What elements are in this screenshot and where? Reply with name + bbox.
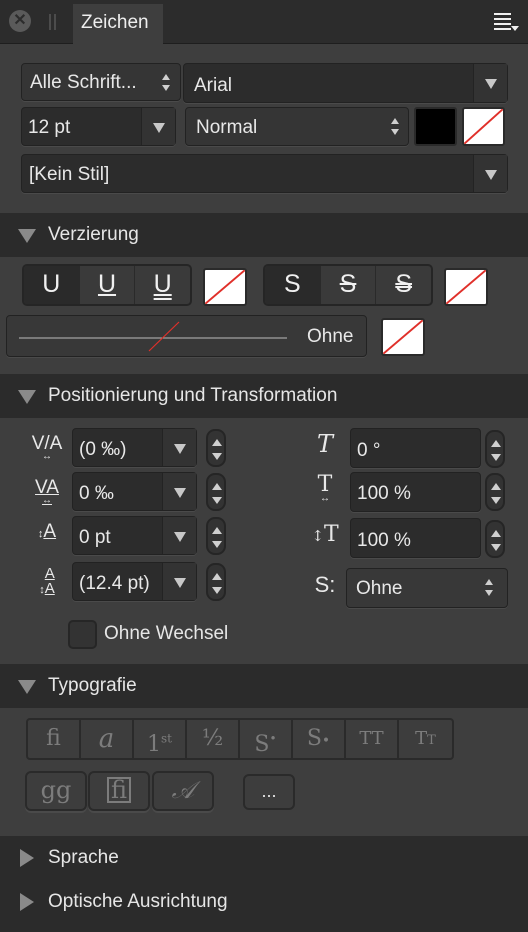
kerning-icon: V/A ↔ (31, 433, 63, 462)
no-color-icon (464, 109, 503, 144)
position-select[interactable]: Ohne (346, 568, 508, 608)
superscript-button[interactable]: S• (240, 720, 293, 758)
chevron-down-icon (152, 122, 165, 133)
single-underline-button[interactable]: U (80, 266, 136, 304)
all-caps-button[interactable]: TT (346, 720, 399, 758)
section-header-optical-alignment[interactable]: Optische Ausrichtung (0, 880, 528, 932)
grip-icon[interactable] (49, 14, 56, 30)
disclosure-open-icon (18, 390, 36, 404)
tracking-dropdown-button[interactable] (162, 473, 196, 510)
small-caps-button[interactable]: TT (399, 720, 452, 758)
select-arrows-icon (485, 579, 495, 597)
panel-tab-bar: ✕ Zeichen (0, 0, 528, 44)
no-strikethrough-button[interactable]: S (265, 266, 321, 304)
leading-icon: ↕A A (39, 565, 55, 597)
vertical-scale-stepper[interactable] (485, 520, 505, 558)
shear-icon: T (316, 430, 333, 458)
no-color-icon (383, 320, 423, 354)
double-strikethrough-button[interactable]: S (376, 266, 431, 304)
no-break-checkbox[interactable] (68, 620, 97, 649)
vertical-scale-field[interactable]: 100 % (350, 518, 481, 558)
fractions-button[interactable]: ½ (187, 720, 240, 758)
ligatures-button[interactable]: ﬁ (28, 720, 81, 758)
font-family-field[interactable]: Arial (183, 63, 508, 103)
more-typography-button[interactable]: ... (243, 774, 295, 810)
disclosure-open-icon (18, 680, 36, 694)
close-icon[interactable]: ✕ (9, 10, 31, 32)
kerning-dropdown-button[interactable] (162, 429, 196, 466)
select-arrows-icon (391, 118, 401, 136)
text-color-swatch[interactable] (414, 107, 457, 146)
no-color-icon (446, 270, 486, 304)
shear-stepper[interactable] (485, 430, 505, 468)
strikethrough-color-swatch[interactable] (444, 268, 488, 306)
tab-zeichen[interactable]: Zeichen (73, 4, 163, 44)
leading-stepper[interactable] (206, 563, 226, 601)
shear-field[interactable]: 0 ° (350, 428, 481, 468)
baseline-shift-dropdown-button[interactable] (162, 517, 196, 554)
typography-toggle-row: ﬁ a 1st ½ S• S• TT TT (26, 718, 454, 760)
font-size-field[interactable]: 12 pt (21, 107, 176, 146)
paragraph-style-field[interactable]: [Kein Stil] (21, 154, 508, 193)
font-collection-select[interactable]: Alle Schrift... (21, 63, 181, 101)
no-color-icon (205, 270, 245, 304)
outline-select[interactable]: Ohne (6, 315, 367, 357)
baseline-shift-icon: ↕A (37, 521, 57, 542)
chevron-down-icon (173, 577, 186, 588)
swash-button[interactable]: 𝒜 (152, 771, 214, 811)
select-arrows-icon (162, 74, 172, 92)
alternates-button[interactable]: a (81, 720, 134, 758)
chevron-down-icon (173, 531, 186, 542)
underline-color-swatch[interactable] (203, 268, 247, 306)
tracking-stepper[interactable] (206, 473, 226, 511)
tab-label: Zeichen (81, 12, 149, 33)
horizontal-scale-field[interactable]: 100 % (350, 472, 481, 512)
single-strikethrough-button[interactable]: S (321, 266, 377, 304)
ordinals-button[interactable]: 1st (134, 720, 187, 758)
kerning-stepper[interactable] (206, 429, 226, 467)
paragraph-style-dropdown-button[interactable] (473, 155, 507, 192)
subscript-button[interactable]: S• (293, 720, 346, 758)
disclosure-open-icon (18, 229, 36, 243)
font-size-dropdown-button[interactable] (141, 108, 175, 145)
font-style-select[interactable]: Normal (185, 107, 409, 146)
section-header-language[interactable]: Sprache (0, 836, 528, 880)
chevron-down-icon (484, 79, 497, 89)
double-underline-button[interactable]: U (135, 266, 190, 304)
section-header-decoration[interactable]: Verzierung (0, 213, 528, 257)
strikethrough-segmented-control: S S S (263, 264, 433, 306)
leading-field[interactable]: (12.4 pt) (72, 562, 197, 601)
stylistic-alternates-button[interactable]: gg (25, 771, 87, 811)
kerning-field[interactable]: (0 ‰) (72, 428, 197, 467)
baseline-shift-stepper[interactable] (206, 517, 226, 555)
section-header-typography[interactable]: Typografie (0, 664, 528, 708)
chevron-down-icon (484, 169, 497, 180)
chevron-down-icon (173, 443, 186, 454)
position-icon: S: (314, 572, 336, 597)
tracking-field[interactable]: 0 ‰ (72, 472, 197, 511)
text-background-color-swatch[interactable] (462, 107, 505, 146)
no-underline-button[interactable]: U (24, 266, 80, 304)
no-break-label: Ohne Wechsel (104, 623, 229, 644)
underline-segmented-control: U U U (22, 264, 192, 306)
font-family-dropdown-button[interactable] (473, 64, 507, 102)
disclosure-closed-icon (20, 893, 34, 911)
discretionary-ligatures-button[interactable]: ﬁ (88, 771, 150, 811)
outline-color-swatch[interactable] (381, 318, 425, 356)
horizontal-scale-icon: T ↔ (317, 472, 333, 504)
leading-dropdown-button[interactable] (162, 563, 196, 600)
outline-preview-icon (19, 321, 287, 352)
horizontal-scale-stepper[interactable] (485, 473, 505, 511)
tracking-icon: VA ↔ (35, 477, 59, 506)
vertical-scale-icon: ↕T (311, 522, 339, 547)
chevron-down-icon (173, 487, 186, 498)
panel-menu-icon[interactable] (494, 13, 519, 33)
section-header-positioning[interactable]: Positionierung und Transformation (0, 374, 528, 418)
disclosure-closed-icon (20, 849, 34, 867)
baseline-shift-field[interactable]: 0 pt (72, 516, 197, 555)
